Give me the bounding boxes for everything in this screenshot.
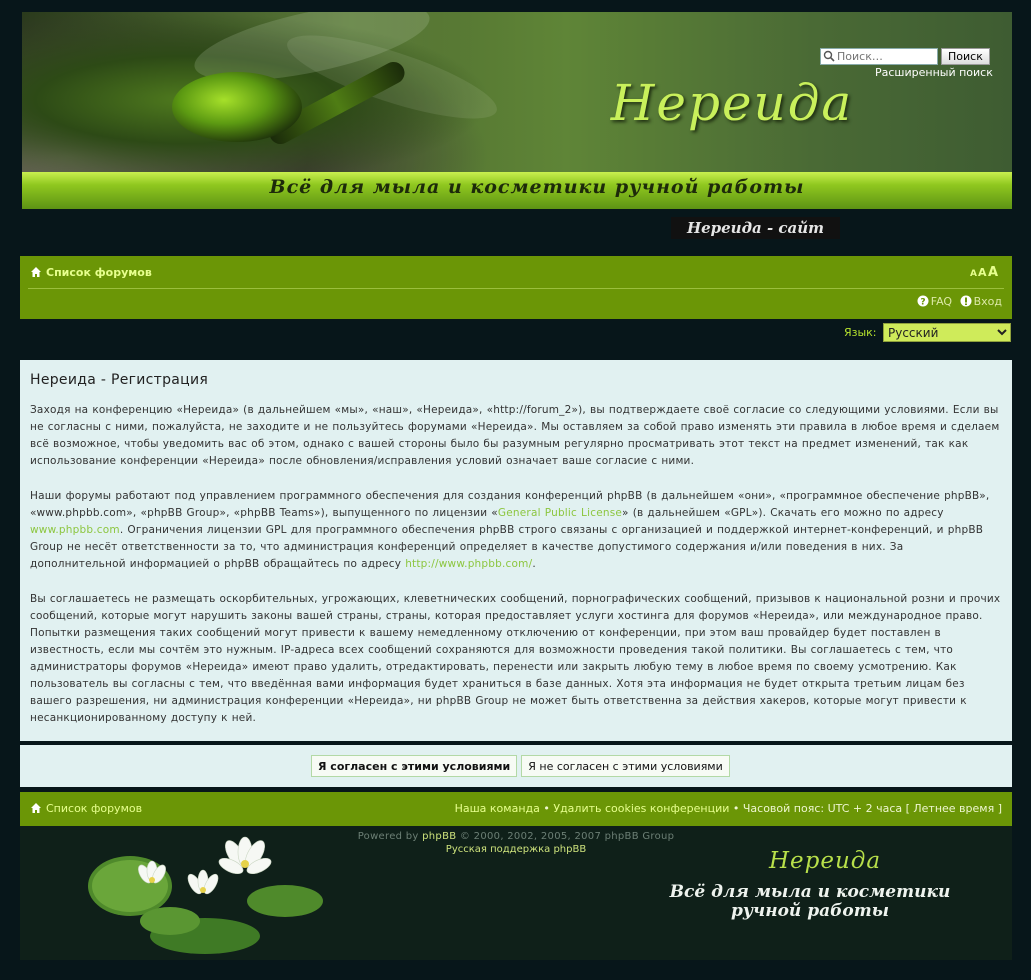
breadcrumb: Список форумов: [30, 266, 152, 279]
phpbb-footer-link[interactable]: phpBB: [422, 831, 456, 842]
footer-separator: •: [729, 802, 743, 815]
language-label: Язык:: [843, 326, 877, 339]
agree-button[interactable]: Я согласен с этими условиями: [311, 755, 518, 777]
dragonfly-image: [22, 12, 505, 172]
search-input[interactable]: [820, 48, 938, 65]
home-icon: [31, 267, 41, 277]
terms-p2-text-d: .: [532, 558, 536, 570]
svg-text:A: A: [988, 265, 998, 278]
login-link[interactable]: Вход: [960, 295, 1002, 308]
language-select[interactable]: Русский: [883, 323, 1011, 342]
svg-text:A: A: [970, 269, 977, 278]
header-banner: Нереида Всё для мыла и косметики ручной …: [22, 12, 1012, 209]
font-size-icon[interactable]: A A A: [970, 264, 1000, 278]
language-selector: Язык: Русский: [844, 323, 1011, 342]
page-title: Нереида - Регистрация: [30, 372, 209, 388]
dragonfly-body: [172, 72, 302, 142]
footer-navbar: Список форумов Наша команда • Удалить co…: [20, 792, 1012, 826]
phpbb-link[interactable]: www.phpbb.com: [30, 524, 120, 536]
home-icon: [31, 803, 41, 813]
terms-paragraph-3: Вы соглашаетесь не размещать оскорбитель…: [30, 593, 1001, 724]
navbar: Список форумов A A A ? FAQ Вход: [20, 256, 1012, 319]
site-logo[interactable]: Нереида: [582, 74, 882, 132]
terms-paragraph-2: Наши форумы работают под управлением про…: [30, 488, 1002, 573]
powered-suffix: © 2000, 2002, 2005, 2007 phpBB Group: [456, 831, 675, 842]
login-label: Вход: [973, 295, 1002, 308]
footer: Powered by phpBB © 2000, 2002, 2005, 200…: [20, 826, 1012, 960]
navbar-user-links: ? FAQ Вход: [913, 295, 1002, 308]
footer-separator: •: [539, 802, 554, 815]
terms-p2-text-b: » (в дальнейшем «GPL»). Скачать его можн…: [622, 507, 944, 519]
svg-text:A: A: [978, 266, 987, 278]
powered-by: Powered by phpBB © 2000, 2002, 2005, 200…: [20, 831, 1012, 842]
gpl-link[interactable]: General Public License: [498, 507, 622, 519]
forum-index-link[interactable]: Список форумов: [46, 266, 152, 279]
powered-prefix: Powered by: [357, 831, 423, 842]
terms-paragraph-1: Заходя на конференцию «Нереида» (в дальн…: [30, 404, 1000, 467]
svg-text:?: ?: [920, 298, 925, 308]
footer-tagline: Всё для мыла и косметики ручной работы: [669, 882, 951, 921]
footer-links: Наша команда • Удалить cookies конференц…: [455, 802, 1002, 815]
login-icon: [960, 295, 972, 307]
faq-icon: ?: [917, 295, 929, 308]
search-input-wrap: [820, 48, 938, 65]
footer-breadcrumb: Список форумов: [30, 802, 142, 815]
phpbb-url-link[interactable]: http://www.phpbb.com/: [405, 558, 532, 570]
navbar-divider: [28, 288, 1004, 289]
site-link-banner[interactable]: Нереида - сайт: [671, 217, 840, 239]
search-icon: [823, 50, 835, 62]
footer-logo: Нереида: [768, 848, 882, 874]
faq-link[interactable]: ? FAQ: [917, 295, 956, 308]
timezone-text: Часовой пояс: UTC + 2 часа [ Летнее врем…: [742, 802, 1002, 815]
terms-panel: Нереида - Регистрация Заходя на конферен…: [20, 360, 1012, 741]
search-form: Поиск: [820, 48, 990, 65]
faq-label: FAQ: [930, 295, 953, 308]
agreement-buttons: Я согласен с этими условиями Я не согласе…: [20, 745, 1012, 787]
team-link[interactable]: Наша команда: [455, 802, 540, 815]
ru-support-link[interactable]: Русская поддержка phpBB: [446, 844, 586, 855]
advanced-search-link[interactable]: Расширенный поиск: [875, 66, 993, 79]
search-button[interactable]: Поиск: [941, 48, 990, 65]
footer-forum-index-link[interactable]: Список форумов: [46, 802, 142, 815]
delete-cookies-link[interactable]: Удалить cookies конференции: [553, 802, 729, 815]
disagree-button[interactable]: Я не согласен с этими условиями: [521, 755, 730, 777]
site-tagline: Всё для мыла и косметики ручной работы: [269, 176, 805, 198]
